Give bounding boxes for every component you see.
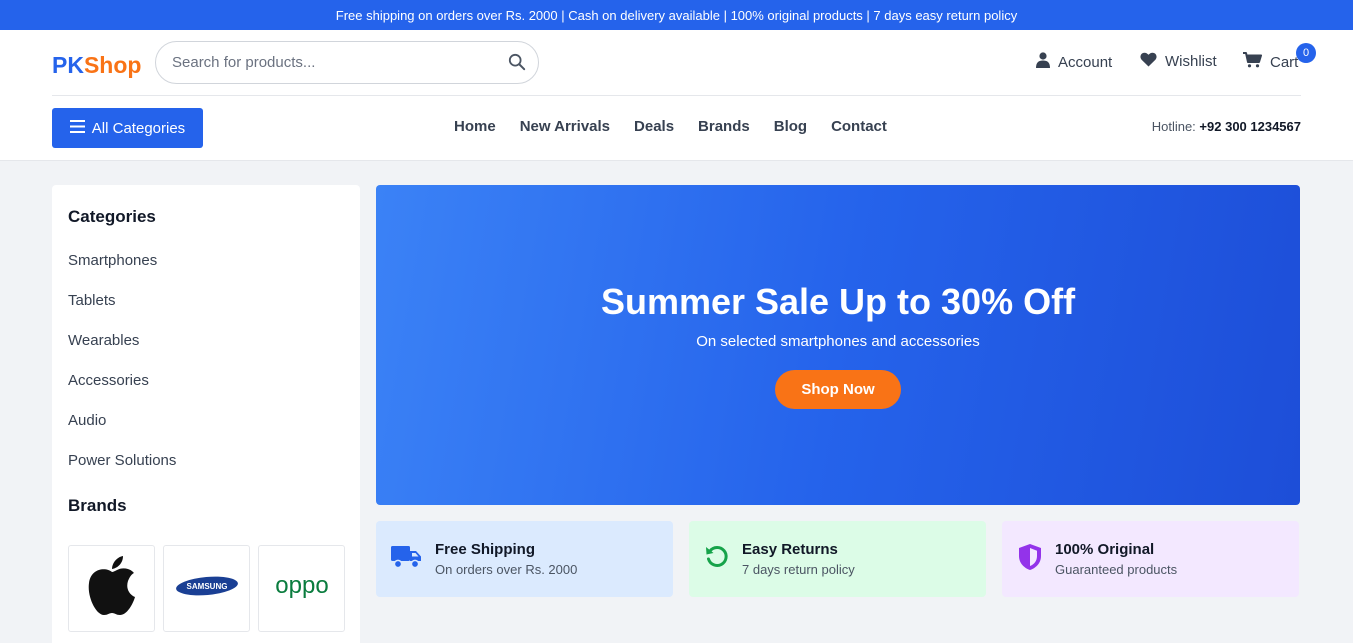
return-icon (704, 544, 730, 575)
brand-tile-apple[interactable] (68, 545, 155, 632)
oppo-logo-icon: oppo (262, 572, 342, 604)
shield-icon (1017, 543, 1043, 576)
category-item-accessories[interactable]: Accessories (68, 371, 344, 411)
all-categories-button[interactable]: All Categories (52, 108, 203, 148)
main-nav: Home New Arrivals Deals Brands Blog Cont… (454, 118, 911, 135)
feature-text: Easy Returns 7 days return policy (742, 541, 855, 577)
shop-now-button[interactable]: Shop Now (775, 370, 901, 409)
apple-logo-icon (85, 555, 139, 622)
brand-grid: SAMSUNG oppo (68, 545, 345, 632)
logo-part-shop: Shop (83, 52, 142, 78)
nav-link-deals[interactable]: Deals (634, 118, 674, 135)
feature-card-easy-returns: Easy Returns 7 days return policy (689, 521, 986, 597)
feature-subtitle: Guaranteed products (1055, 562, 1178, 577)
user-icon (1036, 52, 1058, 72)
promo-topbar: Free shipping on orders over Rs. 2000 | … (0, 0, 1353, 30)
categories-title: Categories (68, 207, 156, 226)
cart-icon (1243, 52, 1270, 72)
feature-card-original: 100% Original Guaranteed products (1002, 521, 1299, 597)
nav-link-blog[interactable]: Blog (774, 118, 807, 135)
feature-title: Easy Returns (742, 541, 838, 558)
samsung-logo-text: SAMSUNG (186, 582, 227, 591)
nav-link-new-arrivals[interactable]: New Arrivals (520, 118, 610, 135)
menu-icon (69, 119, 92, 137)
sidebar: Categories Smartphones Tablets Wearables… (52, 185, 360, 643)
feature-text: Free Shipping On orders over Rs. 2000 (435, 541, 577, 577)
truck-icon (391, 544, 423, 575)
category-list: Smartphones Tablets Wearables Accessorie… (68, 251, 344, 491)
category-item-smartphones[interactable]: Smartphones (68, 251, 344, 291)
nav-link-contact[interactable]: Contact (831, 118, 887, 135)
header-nav-row: All Categories Home New Arrivals Deals B… (52, 96, 1301, 160)
category-item-power-solutions[interactable]: Power Solutions (68, 451, 344, 491)
hero-title: Summer Sale Up to 30% Off (600, 281, 1076, 322)
feature-subtitle: 7 days return policy (742, 562, 855, 577)
hero-banner: Summer Sale Up to 30% Off On selected sm… (376, 185, 1300, 505)
cart-link[interactable]: Cart (1243, 52, 1298, 72)
search-bar (155, 41, 539, 84)
cart-count-badge: 0 (1296, 43, 1316, 63)
hotline-label: Hotline: (1151, 119, 1196, 134)
brand-tile-samsung[interactable]: SAMSUNG (163, 545, 250, 632)
nav-link-brands[interactable]: Brands (698, 118, 750, 135)
wishlist-link[interactable]: Wishlist (1140, 52, 1217, 71)
feature-title: 100% Original (1055, 541, 1155, 558)
header-main-row: PKShop Account Wishlist Cart 0 (52, 30, 1316, 96)
promo-text: Free shipping on orders over Rs. 2000 | … (335, 7, 1018, 23)
brand-tile-oppo[interactable]: oppo (258, 545, 345, 632)
feature-text: 100% Original Guaranteed products (1055, 541, 1177, 577)
samsung-logo-icon: SAMSUNG (175, 575, 239, 602)
account-link[interactable]: Account (1036, 52, 1112, 72)
cart-label: Cart (1270, 53, 1299, 71)
logo-part-pk: PK (52, 52, 84, 78)
feature-subtitle: On orders over Rs. 2000 (435, 562, 578, 577)
feature-card-free-shipping: Free Shipping On orders over Rs. 2000 (376, 521, 673, 597)
brands-title: Brands (68, 496, 127, 515)
nav-link-home[interactable]: Home (454, 118, 496, 135)
all-categories-label: All Categories (91, 119, 186, 137)
feature-title: Free Shipping (435, 541, 536, 558)
site-header: PKShop Account Wishlist Cart 0 (0, 30, 1353, 161)
hero-subtitle: On selected smartphones and accessories (696, 333, 980, 350)
category-item-wearables[interactable]: Wearables (68, 331, 344, 371)
site-logo[interactable]: PKShop (52, 52, 141, 79)
search-input[interactable] (156, 42, 486, 83)
wishlist-label: Wishlist (1165, 53, 1217, 70)
oppo-logo-text: oppo (275, 573, 328, 599)
account-label: Account (1058, 53, 1113, 71)
search-icon[interactable] (508, 53, 528, 73)
heart-icon (1140, 52, 1165, 71)
hotline-number[interactable]: +92 300 1234567 (1199, 119, 1301, 134)
category-item-tablets[interactable]: Tablets (68, 291, 344, 331)
category-item-audio[interactable]: Audio (68, 411, 344, 451)
hotline: Hotline: +92 300 1234567 (1152, 119, 1301, 134)
